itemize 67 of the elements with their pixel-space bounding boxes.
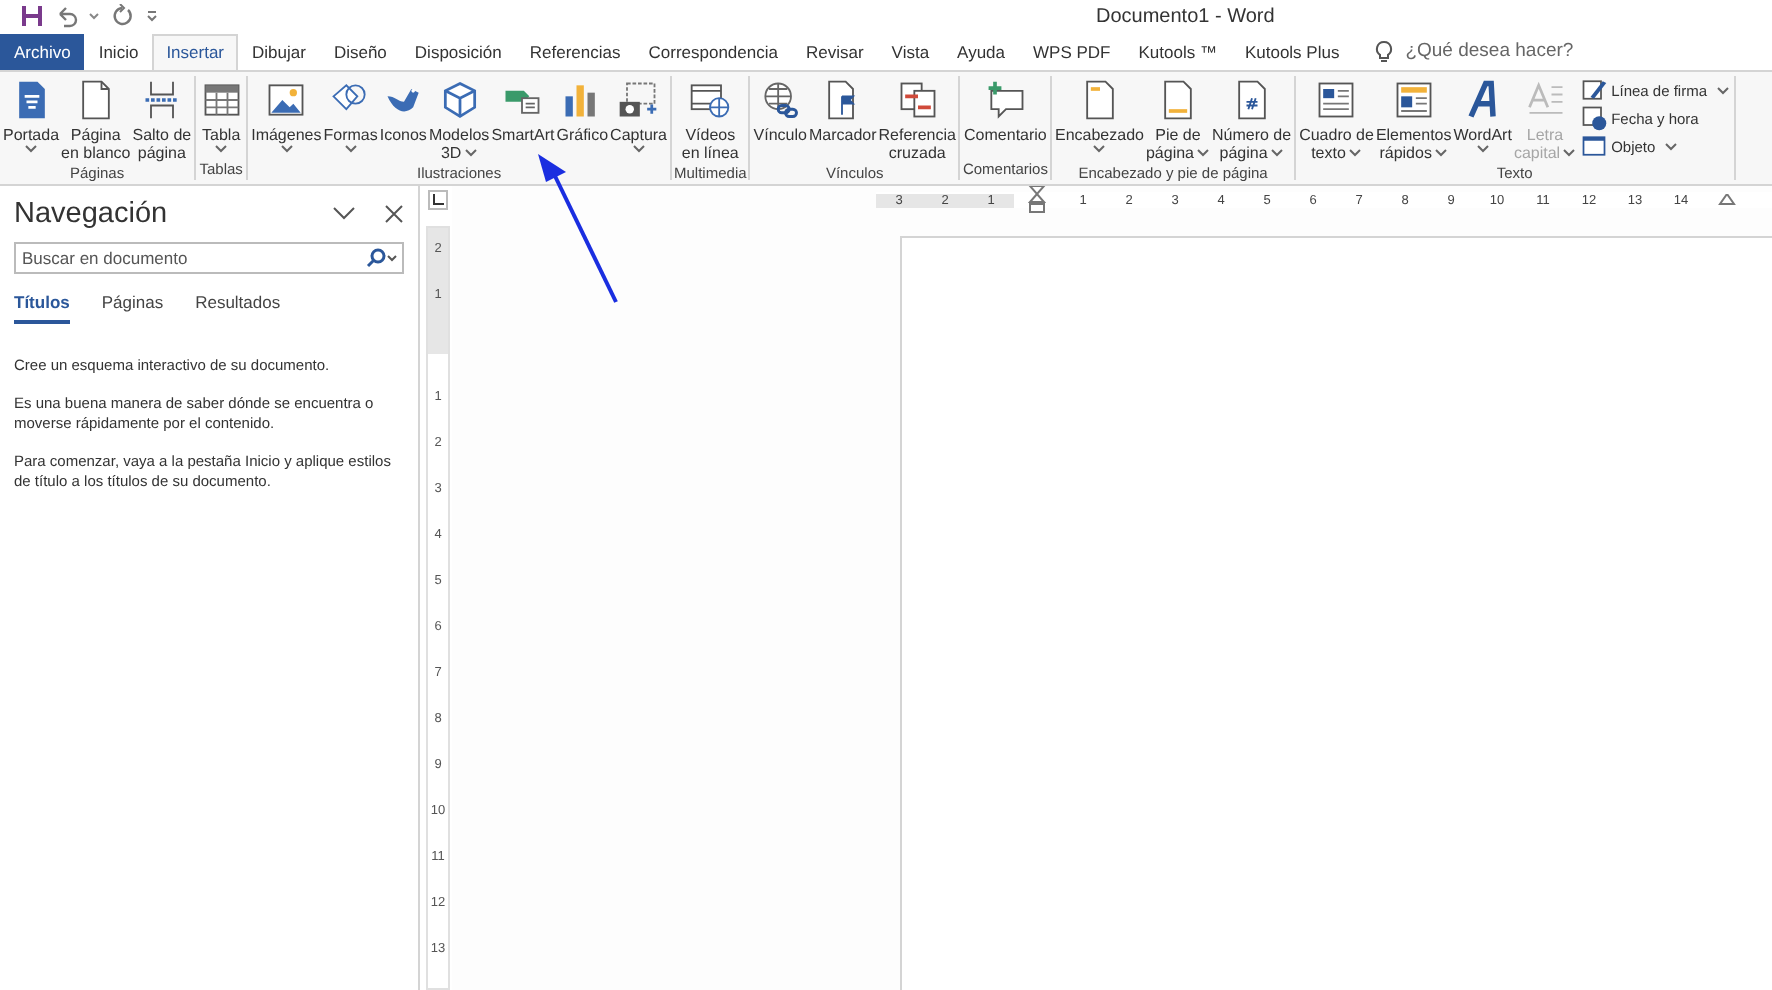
ribbon-button[interactable]: Página en blanco bbox=[60, 76, 132, 164]
ribbon-button[interactable]: Imágenes bbox=[250, 76, 323, 156]
table-icon bbox=[199, 78, 244, 122]
search-icon[interactable] bbox=[366, 248, 398, 268]
ribbon-button[interactable]: Iconos bbox=[378, 76, 428, 146]
ribbon-button[interactable]: WordArt bbox=[1452, 76, 1513, 156]
camera-icon bbox=[616, 78, 661, 122]
ribbon-tab[interactable]: Kutools ™ bbox=[1124, 33, 1231, 70]
ribbon-button[interactable]: Número de página bbox=[1211, 76, 1293, 164]
close-icon[interactable] bbox=[384, 204, 404, 224]
ribbon-button[interactable]: Encabezado bbox=[1053, 76, 1145, 156]
pane-tab[interactable]: Resultados bbox=[195, 292, 281, 324]
ribbon-button[interactable]: Salto de página bbox=[131, 76, 193, 164]
save-icon[interactable] bbox=[20, 4, 44, 29]
ribbon-tab[interactable]: WPS PDF bbox=[1019, 33, 1125, 70]
tell-me-field[interactable]: ¿Qué desea hacer? bbox=[1401, 38, 1610, 65]
lightbulb-icon bbox=[1373, 39, 1394, 64]
ribbon-tab[interactable]: Inicio bbox=[84, 33, 153, 70]
cross-reference-icon bbox=[895, 78, 940, 122]
indent-marker-icon[interactable] bbox=[1718, 194, 1736, 206]
ribbon-button[interactable]: Gráfico bbox=[555, 76, 610, 146]
video-globe-icon bbox=[688, 78, 733, 122]
ribbon-button[interactable]: Vínculo bbox=[752, 76, 808, 146]
ribbon-tab[interactable]: Referencias bbox=[515, 33, 635, 70]
ribbon-tab[interactable]: Archivo bbox=[0, 33, 85, 70]
signature-icon bbox=[1579, 76, 1608, 104]
pane-tab[interactable]: Páginas bbox=[101, 292, 164, 324]
ribbon-button[interactable]: SmartArt bbox=[490, 76, 556, 146]
customize-icon[interactable] bbox=[144, 8, 160, 25]
ribbon-tab[interactable]: Vista bbox=[877, 33, 944, 70]
search-field[interactable]: Buscar en documento bbox=[14, 242, 404, 274]
globe-link-icon bbox=[758, 78, 803, 122]
ribbon-button[interactable]: Pie de página bbox=[1144, 76, 1211, 164]
ribbon-tab[interactable]: Correspondencia bbox=[634, 33, 792, 70]
ribbon-button[interactable]: Elementos rápidos bbox=[1374, 76, 1453, 164]
redo-icon[interactable] bbox=[110, 4, 134, 29]
ribbon-button[interactable]: Marcador bbox=[807, 76, 878, 146]
ribbon-button[interactable]: Tabla bbox=[198, 76, 245, 156]
ribbon-button[interactable]: Referencia cruzada bbox=[877, 76, 957, 164]
comment-icon bbox=[983, 78, 1028, 122]
quick-parts-icon bbox=[1391, 78, 1436, 122]
ribbon-button[interactable]: Cuadro de texto bbox=[1298, 76, 1375, 164]
ribbon-tab[interactable]: Kutools Plus bbox=[1230, 33, 1354, 70]
ribbon-tab[interactable]: Disposición bbox=[400, 33, 516, 70]
window-icon bbox=[1579, 132, 1608, 160]
ribbon-tab[interactable]: Revisar bbox=[791, 33, 878, 70]
indent-marker-icon[interactable] bbox=[1028, 186, 1046, 214]
pane-title: Navegación bbox=[14, 198, 170, 230]
pane-tab[interactable]: Títulos bbox=[14, 292, 70, 324]
ribbon-button[interactable]: Vídeos en línea bbox=[680, 76, 740, 164]
ribbon-tab[interactable]: Insertar bbox=[152, 33, 239, 70]
chevron-down-icon[interactable] bbox=[332, 206, 356, 222]
window-title: Documento1 - Word bbox=[1096, 6, 1275, 28]
picture-icon bbox=[264, 78, 309, 122]
ribbon-button[interactable]: Modelos 3D bbox=[427, 76, 491, 164]
undo-icon[interactable] bbox=[54, 4, 78, 29]
tab-selector[interactable] bbox=[428, 190, 448, 210]
ribbon-button[interactable]: Comentario bbox=[963, 76, 1048, 146]
ribbon-button[interactable]: Formas bbox=[322, 76, 379, 156]
caret-icon[interactable] bbox=[88, 10, 100, 23]
calendar-clock-icon bbox=[1579, 104, 1608, 132]
ribbon-button[interactable]: Portada bbox=[2, 76, 61, 156]
ribbon-tab[interactable]: Ayuda bbox=[943, 33, 1019, 70]
ribbon-tab[interactable]: Dibujar bbox=[238, 33, 320, 70]
ribbon-tab[interactable]: Diseño bbox=[319, 33, 401, 70]
ribbon-button[interactable]: Captura bbox=[609, 76, 669, 156]
text-box-icon bbox=[1314, 78, 1359, 122]
